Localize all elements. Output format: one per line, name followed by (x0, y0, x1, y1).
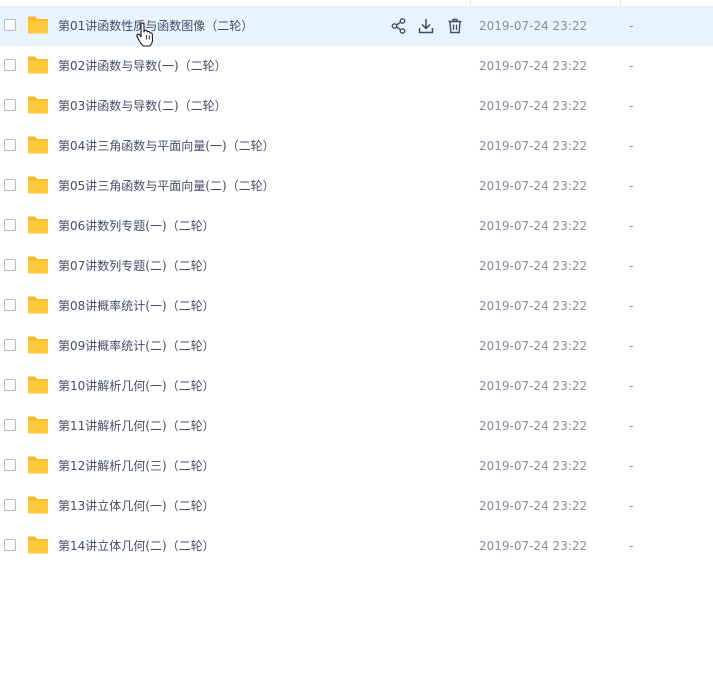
modified-date: 2019-07-24 23:22 (479, 259, 588, 273)
table-row[interactable]: 第07讲数列专题(二)（二轮） 2019-07-24 23:22 - (0, 246, 713, 286)
folder-icon (28, 336, 48, 354)
file-list: 第01讲函数性质与函数图像（二轮） 2019-07-24 23:22 - 第02… (0, 6, 713, 566)
download-icon[interactable] (417, 17, 435, 35)
row-checkbox[interactable] (4, 59, 16, 71)
row-checkbox[interactable] (4, 99, 16, 111)
folder-icon (28, 296, 48, 314)
modified-date: 2019-07-24 23:22 (479, 139, 588, 153)
file-name-link[interactable]: 第10讲解析几何(一)（二轮） (58, 366, 215, 406)
table-row[interactable]: 第13讲立体几何(一)（二轮） 2019-07-24 23:22 - (0, 486, 713, 526)
modified-date: 2019-07-24 23:22 (479, 379, 588, 393)
table-row[interactable]: 第03讲函数与导数(二)（二轮） 2019-07-24 23:22 - (0, 86, 713, 126)
modified-date: 2019-07-24 23:22 (479, 59, 588, 73)
modified-date: 2019-07-24 23:22 (479, 219, 588, 233)
file-size: - (629, 259, 634, 273)
file-name-link[interactable]: 第13讲立体几何(一)（二轮） (58, 486, 215, 526)
file-size: - (629, 539, 634, 553)
row-checkbox[interactable] (4, 499, 16, 511)
modified-date: 2019-07-24 23:22 (479, 299, 588, 313)
modified-date: 2019-07-24 23:22 (479, 459, 588, 473)
file-size: - (629, 59, 634, 73)
file-name-link[interactable]: 第05讲三角函数与平面向量(二)（二轮） (58, 166, 275, 206)
modified-date: 2019-07-24 23:22 (479, 99, 588, 113)
file-size: - (629, 499, 634, 513)
file-name-link[interactable]: 第14讲立体几何(二)（二轮） (58, 526, 215, 566)
row-checkbox[interactable] (4, 299, 16, 311)
file-name-link[interactable]: 第08讲概率统计(一)（二轮） (58, 286, 215, 326)
file-name-link[interactable]: 第03讲函数与导数(二)（二轮） (58, 86, 227, 126)
folder-icon (28, 456, 48, 474)
modified-date: 2019-07-24 23:22 (479, 499, 588, 513)
file-name-link[interactable]: 第09讲概率统计(二)（二轮） (58, 326, 215, 366)
table-row[interactable]: 第02讲函数与导数(一)（二轮） 2019-07-24 23:22 - (0, 46, 713, 86)
file-name-link[interactable]: 第07讲数列专题(二)（二轮） (58, 246, 215, 286)
modified-date: 2019-07-24 23:22 (479, 19, 588, 33)
folder-icon (28, 16, 48, 34)
table-row[interactable]: 第04讲三角函数与平面向量(一)（二轮） 2019-07-24 23:22 - (0, 126, 713, 166)
folder-icon (28, 376, 48, 394)
file-size: - (629, 459, 634, 473)
delete-icon[interactable] (446, 17, 464, 35)
folder-icon (28, 536, 48, 554)
folder-icon (28, 56, 48, 74)
folder-icon (28, 96, 48, 114)
file-size: - (629, 299, 634, 313)
row-checkbox[interactable] (4, 419, 16, 431)
file-size: - (629, 419, 634, 433)
row-checkbox[interactable] (4, 219, 16, 231)
file-name-link[interactable]: 第02讲函数与导数(一)（二轮） (58, 46, 227, 86)
table-row[interactable]: 第10讲解析几何(一)（二轮） 2019-07-24 23:22 - (0, 366, 713, 406)
modified-date: 2019-07-24 23:22 (479, 179, 588, 193)
table-row[interactable]: 第12讲解析几何(三)（二轮） 2019-07-24 23:22 - (0, 446, 713, 486)
modified-date: 2019-07-24 23:22 (479, 419, 588, 433)
folder-icon (28, 136, 48, 154)
folder-icon (28, 496, 48, 514)
table-row[interactable]: 第08讲概率统计(一)（二轮） 2019-07-24 23:22 - (0, 286, 713, 326)
table-row[interactable]: 第09讲概率统计(二)（二轮） 2019-07-24 23:22 - (0, 326, 713, 366)
table-row[interactable]: 第06讲数列专题(一)（二轮） 2019-07-24 23:22 - (0, 206, 713, 246)
table-row[interactable]: 第01讲函数性质与函数图像（二轮） 2019-07-24 23:22 - (0, 6, 713, 46)
share-icon[interactable] (390, 17, 408, 35)
row-checkbox[interactable] (4, 139, 16, 151)
modified-date: 2019-07-24 23:22 (479, 339, 588, 353)
folder-icon (28, 256, 48, 274)
table-row[interactable]: 第14讲立体几何(二)（二轮） 2019-07-24 23:22 - (0, 526, 713, 566)
file-name-link[interactable]: 第06讲数列专题(一)（二轮） (58, 206, 215, 246)
file-size: - (629, 219, 634, 233)
file-size: - (629, 139, 634, 153)
row-checkbox[interactable] (4, 459, 16, 471)
file-size: - (629, 179, 634, 193)
row-checkbox[interactable] (4, 259, 16, 271)
row-checkbox[interactable] (4, 339, 16, 351)
row-checkbox[interactable] (4, 539, 16, 551)
file-name-link[interactable]: 第11讲解析几何(二)（二轮） (58, 406, 215, 446)
file-name-link[interactable]: 第01讲函数性质与函数图像（二轮） (58, 6, 253, 46)
folder-icon (28, 176, 48, 194)
file-size: - (629, 99, 634, 113)
row-checkbox[interactable] (4, 19, 16, 31)
table-row[interactable]: 第05讲三角函数与平面向量(二)（二轮） 2019-07-24 23:22 - (0, 166, 713, 206)
file-size: - (629, 379, 634, 393)
row-checkbox[interactable] (4, 179, 16, 191)
modified-date: 2019-07-24 23:22 (479, 539, 588, 553)
table-row[interactable]: 第11讲解析几何(二)（二轮） 2019-07-24 23:22 - (0, 406, 713, 446)
folder-icon (28, 416, 48, 434)
row-checkbox[interactable] (4, 379, 16, 391)
file-size: - (629, 19, 634, 33)
file-name-link[interactable]: 第04讲三角函数与平面向量(一)（二轮） (58, 126, 275, 166)
file-size: - (629, 339, 634, 353)
folder-icon (28, 216, 48, 234)
file-name-link[interactable]: 第12讲解析几何(三)（二轮） (58, 446, 215, 486)
